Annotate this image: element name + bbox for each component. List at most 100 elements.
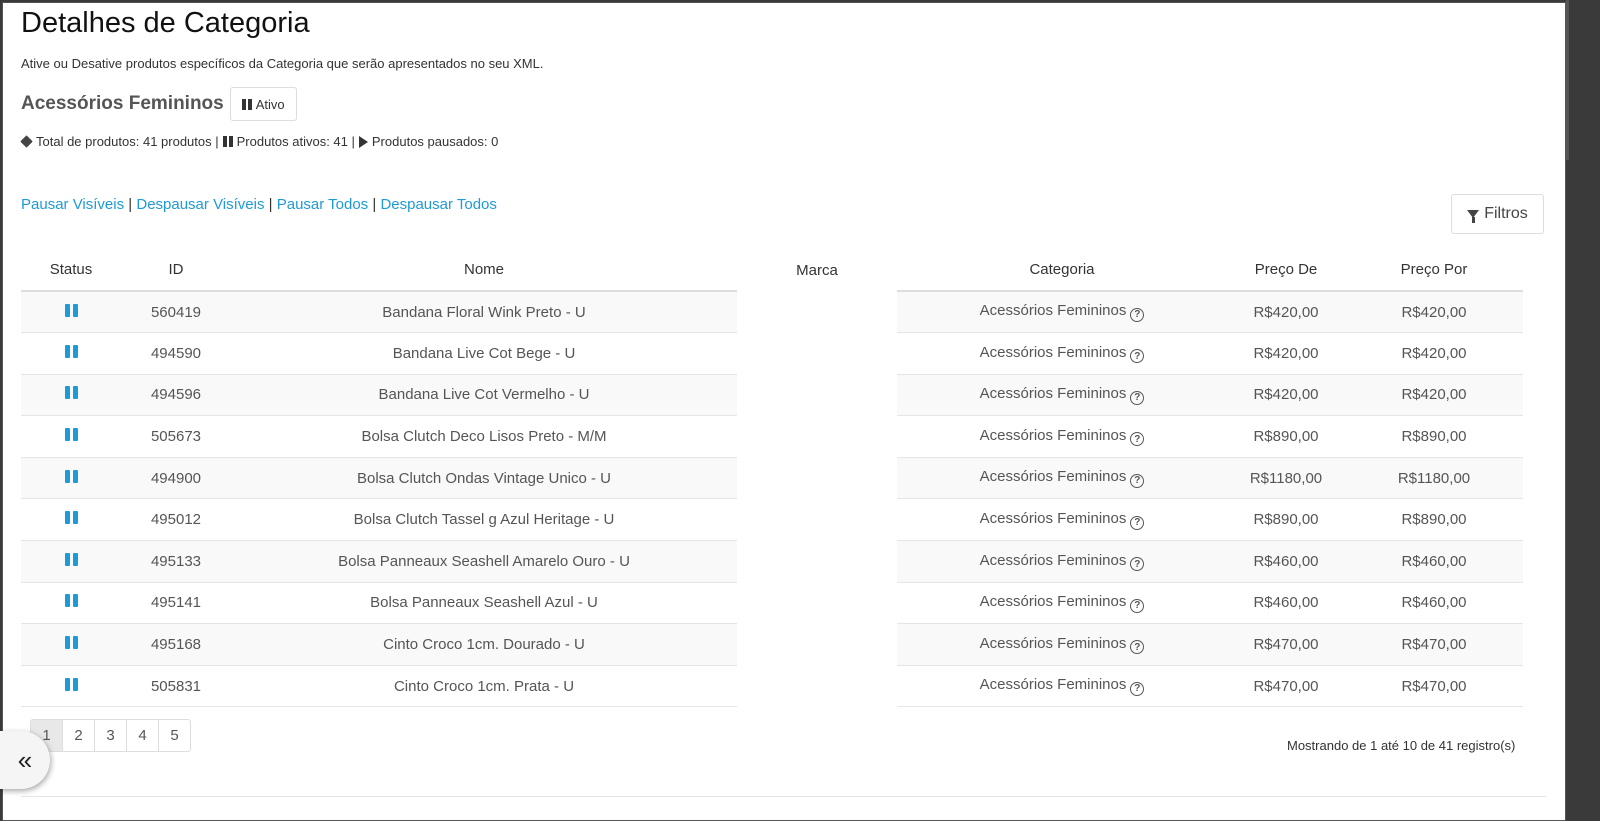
header-categoria[interactable]: Categoria [897,249,1227,292]
row-preco-de: R$890,00 [1227,498,1345,542]
row-status-toggle[interactable] [21,582,121,625]
pause-icon[interactable] [64,428,78,442]
question-circle-icon[interactable]: ? [1130,349,1145,364]
row-id: 495133 [121,540,231,583]
pause-icon[interactable] [64,469,78,483]
stats-active: Produtos ativos: 41 | [236,134,355,149]
bulk-actions: Pausar Visíveis | Despausar Visíveis | P… [21,196,497,213]
filter-button-label: Filtros [1484,205,1528,222]
row-status-toggle[interactable] [21,540,121,583]
header-preco-de[interactable]: Preço De [1227,249,1345,292]
row-marca [737,665,897,707]
row-id: 494900 [121,457,231,500]
row-marca [737,374,897,416]
pause-icon[interactable] [64,636,78,650]
page-4-button[interactable]: 4 [126,719,159,752]
row-id: 505831 [121,665,231,708]
row-id: 505673 [121,415,231,458]
question-circle-icon[interactable]: ? [1130,473,1145,488]
category-status-button[interactable]: Ativo [229,87,297,121]
pause-icon[interactable] [64,594,78,608]
pause-icon[interactable] [64,386,78,400]
row-marca [737,540,897,583]
pause-icon[interactable] [64,677,78,691]
row-categoria-label: Acessórios Femininos [979,593,1127,611]
header-preco-por[interactable]: Preço Por [1345,249,1523,292]
row-categoria-label: Acessórios Femininos [979,468,1127,486]
page-3-button[interactable]: 3 [94,719,127,752]
pause-all-link[interactable]: Pausar Todos [277,196,368,213]
scrollbar[interactable] [1566,0,1600,821]
row-categoria-label: Acessórios Femininos [979,634,1127,652]
question-circle-icon[interactable]: ? [1130,432,1145,447]
row-nome: Bolsa Clutch Tassel g Azul Heritage - U [231,498,737,542]
pause-icon[interactable] [64,552,78,566]
header-nome[interactable]: Nome [231,249,737,292]
row-status-toggle[interactable] [21,415,121,458]
question-circle-icon[interactable]: ? [1130,598,1145,613]
page-subtitle: Ative ou Desative produtos específicos d… [21,56,544,71]
scrollbar-thumb[interactable] [1566,0,1569,160]
category-status-label: Ativo [255,96,285,112]
row-preco-por: R$420,00 [1345,332,1523,375]
filter-button[interactable]: Filtros [1451,194,1544,234]
row-categoria: Acessórios Femininos? [897,665,1227,708]
row-marca [737,582,897,624]
question-circle-icon[interactable]: ? [1130,307,1145,322]
pause-icon[interactable] [64,303,78,317]
row-id: 495141 [121,582,231,625]
row-preco-de: R$460,00 [1227,582,1345,625]
row-marca [737,332,897,375]
row-categoria: Acessórios Femininos? [897,582,1227,625]
category-header: Acessórios Femininos Ativo [21,87,297,121]
row-preco-de: R$470,00 [1227,623,1345,666]
row-categoria: Acessórios Femininos? [897,374,1227,417]
row-categoria-label: Acessórios Femininos [979,551,1127,569]
row-nome: Cinto Croco 1cm. Dourado - U [231,623,737,666]
row-nome: Bandana Live Cot Bege - U [231,332,737,375]
row-preco-por: R$470,00 [1345,665,1523,708]
row-status-toggle[interactable] [21,291,121,334]
row-preco-de: R$420,00 [1227,291,1345,334]
table-row: 495168 Cinto Croco 1cm. Dourado - U Acessó… [21,623,1523,666]
row-nome: Bolsa Clutch Ondas Vintage Unico - U [231,457,737,500]
pause-visible-link[interactable]: Pausar Visíveis [21,196,124,213]
question-circle-icon[interactable]: ? [1130,515,1145,530]
row-id: 494590 [121,332,231,375]
row-status-toggle[interactable] [21,665,121,708]
filter-icon [1467,210,1480,223]
row-categoria-label: Acessórios Femininos [979,343,1127,361]
unpause-visible-link[interactable]: Despausar Visíveis [136,196,264,213]
row-status-toggle[interactable] [21,498,121,542]
row-marca [737,415,897,458]
row-categoria-label: Acessórios Femininos [979,302,1127,320]
records-info: Mostrando de 1 até 10 de 41 registro(s) [1287,738,1516,753]
pause-icon[interactable] [64,511,78,525]
row-status-toggle[interactable] [21,457,121,500]
question-circle-icon[interactable]: ? [1130,557,1145,572]
header-status[interactable]: Status [21,249,121,292]
row-status-toggle[interactable] [21,332,121,375]
question-circle-icon[interactable]: ? [1130,390,1145,405]
question-circle-icon[interactable]: ? [1130,640,1145,655]
row-marca [737,498,897,541]
table-row: 505673 Bolsa Clutch Deco Lisos Preto - M/… [21,415,1523,458]
page-2-button[interactable]: 2 [62,719,95,752]
row-categoria: Acessórios Femininos? [897,498,1227,542]
row-categoria: Acessórios Femininos? [897,415,1227,458]
category-stats: Total de produtos: 41 produtos | Produto… [20,134,498,149]
header-marca[interactable]: Marca [737,249,897,291]
row-preco-de: R$1180,00 [1227,457,1345,500]
separator: | [268,196,273,213]
row-nome: Bolsa Panneaux Seashell Azul - U [231,582,737,625]
row-nome: Cinto Croco 1cm. Prata - U [231,665,737,708]
separator: | [128,196,133,213]
header-id[interactable]: ID [121,249,231,292]
row-status-toggle[interactable] [21,374,121,417]
pause-icon[interactable] [64,344,78,358]
row-status-toggle[interactable] [21,623,121,666]
page-5-button[interactable]: 5 [158,719,191,752]
unpause-all-link[interactable]: Despausar Todos [380,196,496,213]
question-circle-icon[interactable]: ? [1130,681,1145,696]
pause-icon [222,136,233,147]
